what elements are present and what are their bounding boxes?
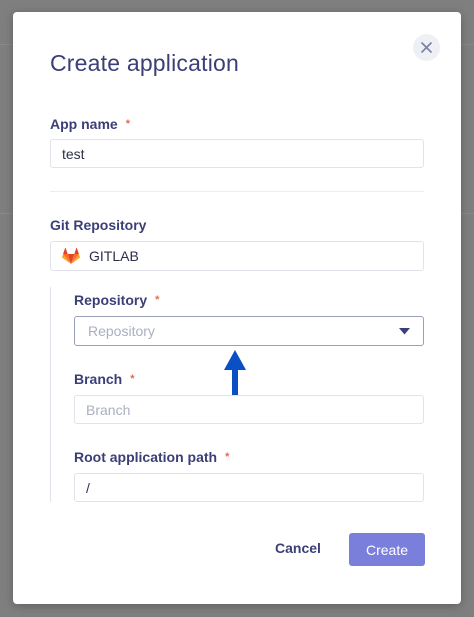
branch-label-row: Branch * xyxy=(74,371,135,387)
repository-select[interactable]: Repository xyxy=(74,316,424,346)
required-marker: * xyxy=(225,451,230,463)
root-path-label-row: Root application path * xyxy=(74,449,229,465)
modal-title: Create application xyxy=(50,50,239,76)
branch-input[interactable]: Branch xyxy=(74,395,424,424)
create-button[interactable]: Create xyxy=(349,533,425,566)
git-repository-label: Git Repository xyxy=(50,217,147,233)
close-button[interactable] xyxy=(413,34,440,61)
app-name-label-row: App name * xyxy=(50,116,130,132)
required-marker: * xyxy=(130,373,135,385)
arrow-up-icon xyxy=(224,350,246,400)
nested-section-rule xyxy=(50,287,51,502)
create-application-modal: Create application App name * test Git Re… xyxy=(13,12,461,604)
repository-label-row: Repository * xyxy=(74,292,159,308)
close-icon xyxy=(421,42,432,53)
git-provider-display: GITLAB xyxy=(50,241,424,271)
branch-label: Branch xyxy=(74,371,123,387)
caret-down-icon xyxy=(399,327,410,334)
required-marker: * xyxy=(155,294,160,306)
app-name-label: App name xyxy=(50,116,118,132)
app-name-input[interactable]: test xyxy=(50,139,424,168)
required-marker: * xyxy=(125,118,130,130)
git-provider-name: GITLAB xyxy=(89,248,139,264)
root-path-input[interactable]: / xyxy=(74,473,424,502)
root-path-label: Root application path xyxy=(74,449,218,465)
cancel-button[interactable]: Cancel xyxy=(275,540,321,556)
repository-placeholder: Repository xyxy=(88,323,155,339)
app-name-value: test xyxy=(62,145,85,162)
gitlab-icon xyxy=(62,247,80,264)
section-divider xyxy=(50,191,424,192)
repository-label: Repository xyxy=(74,292,148,308)
root-path-value: / xyxy=(86,479,90,496)
branch-placeholder: Branch xyxy=(86,401,131,418)
